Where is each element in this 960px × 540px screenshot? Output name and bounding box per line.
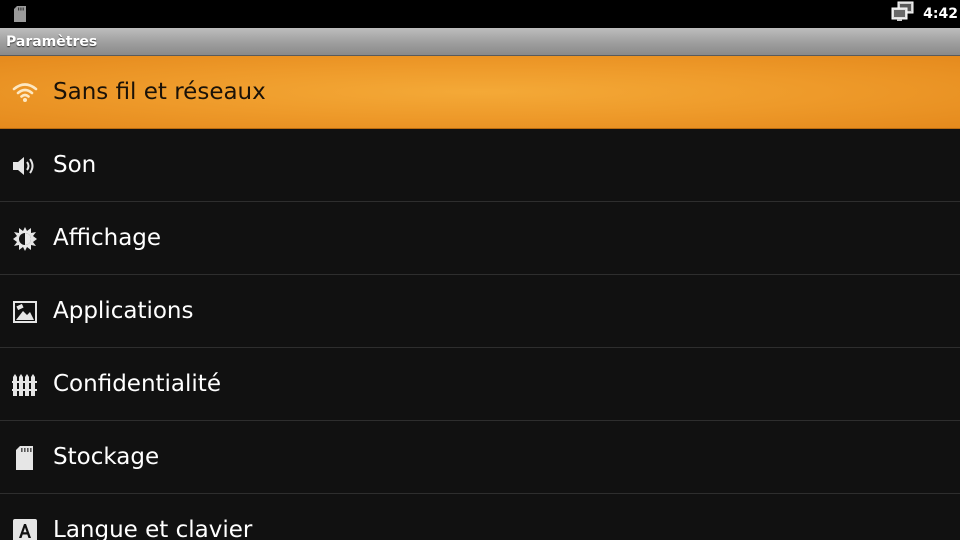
android-settings-screen: 4:42 Paramètres Sans fil et réseaux Son … [0, 0, 960, 540]
sd-card-icon [14, 6, 26, 26]
settings-item-label: Confidentialité [53, 371, 221, 397]
settings-item-display[interactable]: Affichage [0, 202, 960, 275]
settings-item-language-keyboard[interactable]: Langue et clavier [0, 494, 960, 540]
network-icon [891, 1, 915, 27]
settings-item-sound[interactable]: Son [0, 129, 960, 202]
status-time: 4:42 [923, 6, 958, 22]
settings-item-label: Stockage [53, 444, 160, 470]
applications-icon [12, 299, 38, 325]
settings-item-label: Son [53, 152, 97, 178]
title-bar: Paramètres [0, 28, 960, 56]
settings-list: Sans fil et réseaux Son Affichage Applic… [0, 56, 960, 540]
wifi-icon [12, 80, 38, 106]
brightness-icon [12, 226, 38, 252]
settings-item-label: Applications [53, 298, 194, 324]
sd-card-icon [12, 445, 38, 471]
page-title: Paramètres [6, 34, 98, 50]
privacy-icon [12, 372, 38, 398]
settings-item-label: Affichage [53, 225, 162, 251]
status-bar: 4:42 [0, 0, 960, 28]
status-right: 4:42 [891, 0, 960, 28]
settings-item-label: Sans fil et réseaux [53, 79, 266, 105]
keyboard-icon [12, 518, 38, 540]
settings-item-label: Langue et clavier [53, 517, 253, 540]
settings-item-applications[interactable]: Applications [0, 275, 960, 348]
settings-item-privacy[interactable]: Confidentialité [0, 348, 960, 421]
settings-item-storage[interactable]: Stockage [0, 421, 960, 494]
speaker-icon [12, 153, 38, 179]
settings-item-wireless[interactable]: Sans fil et réseaux [0, 56, 960, 129]
